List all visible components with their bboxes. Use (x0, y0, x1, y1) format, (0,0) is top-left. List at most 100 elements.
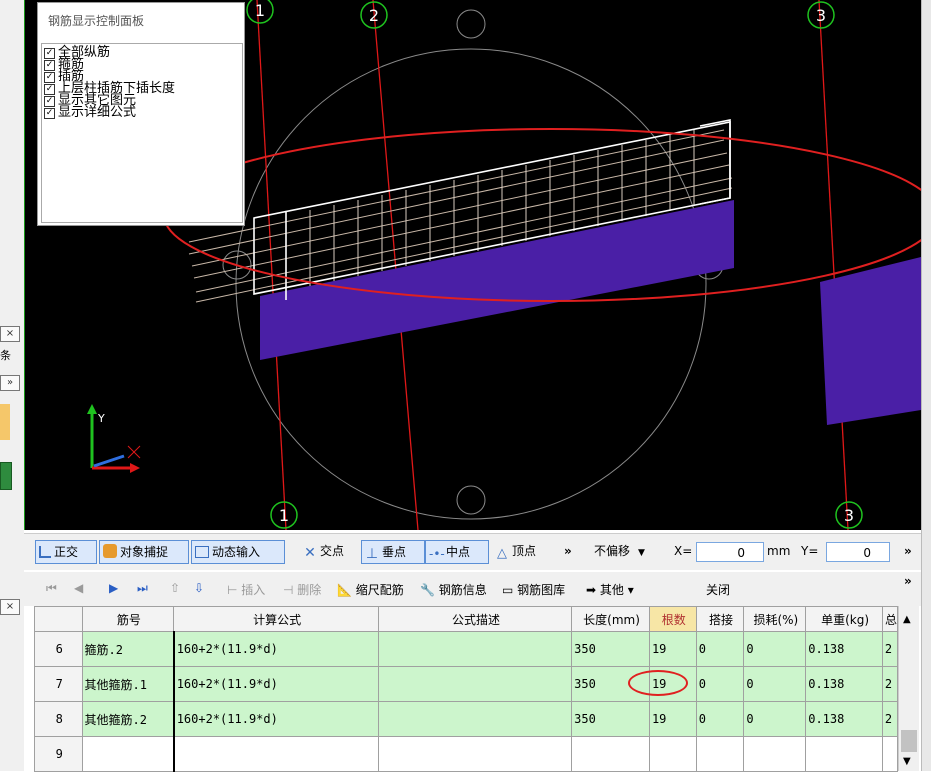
cell-lap[interactable]: 0 (695, 701, 745, 737)
green-tool-icon[interactable] (0, 462, 12, 490)
cell-count-highlighted[interactable]: 19 (627, 666, 697, 702)
cell-formula[interactable]: 160+2*(11.9*d) (172, 631, 379, 667)
checkbox-icon[interactable]: ✓ (44, 108, 55, 119)
next-record-icon[interactable]: ▶ (109, 581, 118, 595)
cell-bar-no[interactable] (81, 736, 175, 772)
intersection-snap-button[interactable]: ✕ 交点 (300, 540, 344, 562)
cell-count[interactable]: 19 (648, 701, 697, 737)
cell-loss[interactable] (743, 736, 807, 772)
move-up-icon[interactable]: ⇧ (170, 581, 180, 595)
header-formula-desc[interactable]: 公式描述 (377, 606, 573, 632)
cell-total[interactable]: 2 (881, 701, 899, 737)
rebar-info-button[interactable]: 🔧 钢筋信息 (420, 581, 487, 598)
axis-label-3-top: 3 (816, 6, 826, 25)
option-show-detailed-formula[interactable]: ✓ 显示详细公式 (44, 106, 136, 120)
scale-rebar-button[interactable]: 📐 缩尺配筋 (337, 581, 404, 598)
prev-record-icon[interactable]: ◀ (74, 581, 83, 595)
cell-unit-weight[interactable]: 0.138 (805, 701, 883, 737)
delete-button[interactable]: ⊣ 删除 (283, 581, 321, 598)
y-coordinate-input[interactable]: 0 (826, 542, 890, 562)
header-formula[interactable]: 计算公式 (173, 606, 379, 632)
cell-lap[interactable]: 0 (695, 666, 745, 702)
snap-more-button-2[interactable]: » (904, 540, 912, 562)
toolbar-more-button[interactable]: » (904, 574, 912, 588)
cell-formula[interactable]: 160+2*(11.9*d) (172, 701, 379, 737)
header-unit-weight[interactable]: 单重(kg) (805, 606, 883, 632)
perpendicular-icon: ⊥ (365, 546, 379, 562)
table-row[interactable]: 6 箍筋.2 160+2*(11.9*d) 350 19 0 0 0.138 2 (34, 631, 899, 667)
cell-count[interactable]: 19 (648, 631, 697, 667)
cell-unit-weight[interactable] (805, 736, 883, 772)
move-down-icon[interactable]: ⇩ (194, 581, 204, 595)
axis-label-2: 2 (369, 6, 379, 25)
scale-icon: 📐 (337, 583, 356, 597)
expand-button[interactable]: » (0, 375, 20, 391)
cell-length[interactable] (571, 736, 650, 772)
y-label: Y= (801, 544, 819, 558)
cell-length[interactable]: 350 (571, 701, 650, 737)
ortho-button[interactable]: 正交 (35, 540, 97, 564)
cell-total[interactable] (881, 736, 899, 772)
scroll-up-icon[interactable]: ▲ (903, 614, 911, 625)
close-button[interactable]: 关闭 (706, 581, 730, 598)
header-row-number (34, 606, 83, 632)
vertex-snap-button[interactable]: △ 顶点 (492, 540, 536, 562)
header-lap[interactable]: 搭接 (695, 606, 745, 632)
first-record-icon[interactable]: ⏮ (46, 581, 57, 596)
insert-button[interactable]: ⊢ 插入 (227, 581, 265, 598)
offset-mode-select[interactable]: 不偏移 ▼ (594, 540, 645, 562)
cell-loss[interactable]: 0 (743, 666, 807, 702)
rebar-grid: 筋号 计算公式 公式描述 长度(mm) 根数 搭接 损耗(%) 单重(kg) 总… (34, 606, 899, 772)
object-snap-button[interactable]: 对象捕捉 (99, 540, 189, 564)
cell-lap[interactable]: 0 (695, 631, 745, 667)
dynamic-input-button[interactable]: 动态输入 (191, 540, 285, 564)
cell-formula-desc[interactable] (377, 736, 573, 772)
table-row[interactable]: 9 (34, 736, 899, 772)
header-total[interactable]: 总 (881, 606, 899, 632)
cell-formula[interactable]: 160+2*(11.9*d) (172, 666, 379, 702)
cell-total[interactable]: 2 (881, 631, 899, 667)
last-record-icon[interactable]: ⏭ (137, 581, 148, 596)
annotation-ellipse-count (627, 670, 688, 696)
cell-bar-no[interactable]: 其他箍筋.2 (81, 701, 175, 737)
cell-length[interactable]: 350 (571, 631, 650, 667)
cell-unit-weight[interactable]: 0.138 (805, 666, 883, 702)
scroll-thumb[interactable] (901, 730, 917, 752)
close-button-2[interactable]: × (0, 599, 20, 615)
cell-formula-desc[interactable] (377, 666, 573, 702)
snap-more-button[interactable]: » (564, 540, 572, 562)
table-row[interactable]: 8 其他箍筋.2 160+2*(11.9*d) 350 19 0 0 0.138… (34, 701, 899, 737)
perpendicular-snap-button[interactable]: ⊥ 垂点 (361, 540, 425, 564)
scroll-down-icon[interactable]: ▼ (903, 756, 911, 767)
cell-formula[interactable] (172, 736, 379, 772)
header-loss[interactable]: 损耗(%) (743, 606, 807, 632)
vertex-icon: △ (497, 546, 507, 561)
midpoint-snap-button[interactable]: -•-中点 (425, 540, 489, 564)
cell-loss[interactable]: 0 (743, 701, 807, 737)
cell-formula-desc[interactable] (377, 631, 573, 667)
close-icon: × (5, 601, 15, 612)
header-bar-no[interactable]: 筋号 (81, 606, 175, 632)
x-coordinate-input[interactable]: 0 (696, 542, 764, 562)
cell-loss[interactable]: 0 (743, 631, 807, 667)
rebar-library-button[interactable]: ▭ 钢筋图库 (502, 581, 565, 598)
header-length[interactable]: 长度(mm) (571, 606, 650, 632)
3d-viewport[interactable]: 2 1 3 1 3 Y 钢筋显示控制面板 ✓ 全部纵筋 ✓ 箍筋 ✓ 插筋 ✓ … (24, 0, 921, 530)
cell-total[interactable]: 2 (881, 666, 899, 702)
cell-bar-no[interactable]: 箍筋.2 (81, 631, 175, 667)
cell-count[interactable] (648, 736, 697, 772)
header-count[interactable]: 根数 (648, 606, 697, 632)
table-vertical-scrollbar[interactable]: ▲ ▼ (898, 606, 919, 771)
axis-bubble-top-3: 3 (807, 1, 835, 29)
axis-bubble-top-2: 2 (360, 1, 388, 29)
intersection-icon: ✕ (304, 545, 316, 561)
selected-item-marker[interactable] (0, 404, 10, 440)
table-row[interactable]: 7 其他箍筋.1 160+2*(11.9*d) 350 19 0 0 0.138… (34, 666, 899, 702)
display-options-list: ✓ 全部纵筋 ✓ 箍筋 ✓ 插筋 ✓ 上层柱插筋下插长度 ✓ 显示其它图元 ✓ 显示详细公式 (41, 43, 243, 223)
cell-bar-no[interactable]: 其他箍筋.1 (81, 666, 175, 702)
cell-unit-weight[interactable]: 0.138 (805, 631, 883, 667)
close-button-1[interactable]: × (0, 326, 20, 342)
other-menu-button[interactable]: ➡ 其他 ▾ (586, 581, 634, 598)
cell-lap[interactable] (695, 736, 745, 772)
cell-formula-desc[interactable] (377, 701, 573, 737)
